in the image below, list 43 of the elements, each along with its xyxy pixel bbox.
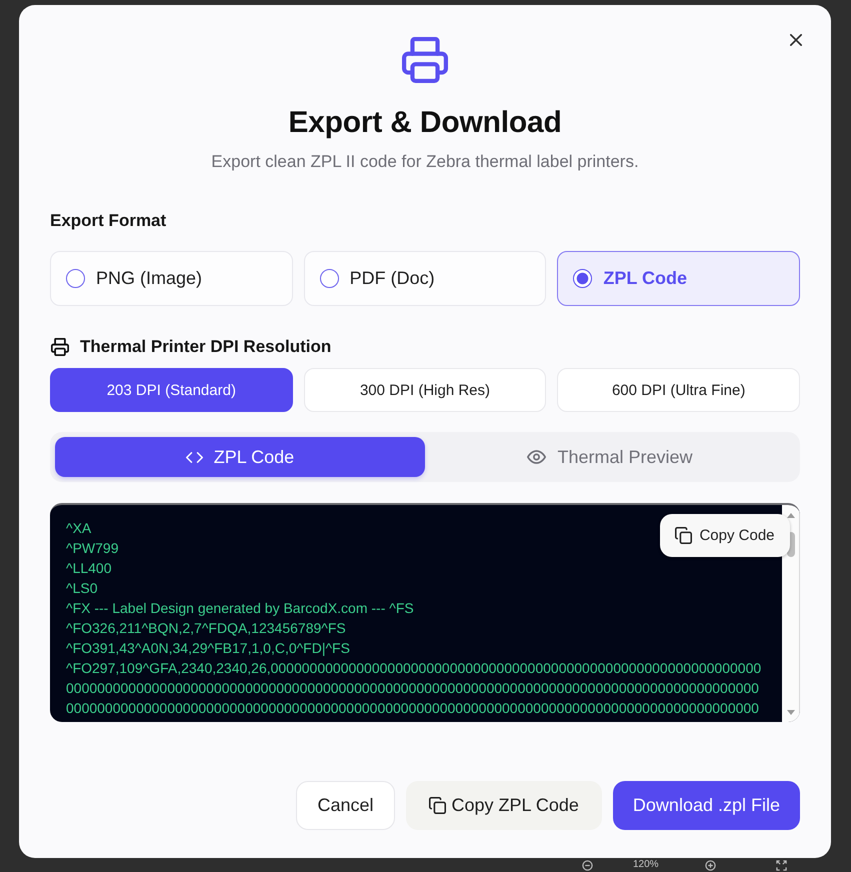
code-line: ^FO326,211^BQN,2,7^FDQA,123456789^FS	[66, 619, 346, 638]
dpi-option[interactable]: 600 DPI (Ultra Fine)	[557, 368, 800, 412]
expand-icon[interactable]	[776, 860, 787, 870]
code-line: 00000000000000000000000000000000000000000000000000000000000000000000000000000000000000000	[66, 699, 759, 718]
zoom-level: 120%	[633, 859, 659, 871]
dpi-option[interactable]: 300 DPI (High Res)	[304, 368, 546, 412]
dialog-title: Export & Download	[288, 105, 562, 141]
section-heading: Thermal Printer DPI Resolution	[80, 336, 332, 358]
code-line: 00000000000000000000000000000000000000000000000000000000000000000000000000000000000000000	[66, 679, 759, 698]
code-line: ^LS0	[66, 579, 98, 598]
code-line: ^PW799	[66, 539, 118, 558]
code-line: ^XA	[66, 519, 92, 538]
dpi-option[interactable]: 203 DPI (Standard)	[50, 368, 293, 412]
printer-icon	[402, 37, 448, 83]
code-line: ^FO391,43^A0N,34,29^FB17,1,0,C,0^FD|^FS	[66, 639, 350, 658]
format-option[interactable]: ZPL Code	[557, 251, 800, 306]
copy-button[interactable]: Copy ZPL Code	[406, 781, 602, 830]
printer-icon	[51, 338, 69, 356]
zoom-in-icon[interactable]	[704, 860, 716, 870]
close-icon	[790, 34, 802, 46]
code-line: ^FO297,109^GFA,2340,2340,26,000000000000000000000000000000000000000000000000000000000000000	[66, 659, 762, 678]
format-option[interactable]: PDF (Doc)	[304, 251, 546, 306]
scroll-up-icon[interactable]	[786, 513, 794, 518]
copy-icon	[675, 527, 692, 544]
view-tab[interactable]: ZPL Code	[55, 437, 425, 477]
copy-icon	[428, 797, 446, 814]
download-button[interactable]: Download .zpl File	[612, 781, 800, 830]
view-tab[interactable]: Thermal Preview	[425, 437, 795, 477]
dialog-subtitle: Export clean ZPL II code for Zebra thermal label printers.	[211, 151, 639, 173]
copy-code-button[interactable]: Copy Code	[660, 514, 790, 557]
zoom-out-icon[interactable]	[582, 860, 593, 870]
section-heading: Export Format	[50, 210, 166, 232]
scroll-down-icon[interactable]	[786, 710, 794, 715]
radio-icon	[320, 269, 339, 288]
scrollbar[interactable]	[782, 505, 800, 722]
code-line: ^FX --- Label Design generated by BarcodX.com --- ^FS	[66, 599, 414, 618]
radio-icon	[66, 269, 85, 288]
code-icon	[186, 452, 203, 462]
radio-icon	[573, 269, 592, 288]
eye-icon	[527, 450, 546, 464]
format-option[interactable]: PNG (Image)	[50, 251, 293, 306]
cancel-button[interactable]: Cancel	[296, 781, 395, 830]
code-line: ^LL400	[66, 559, 112, 578]
